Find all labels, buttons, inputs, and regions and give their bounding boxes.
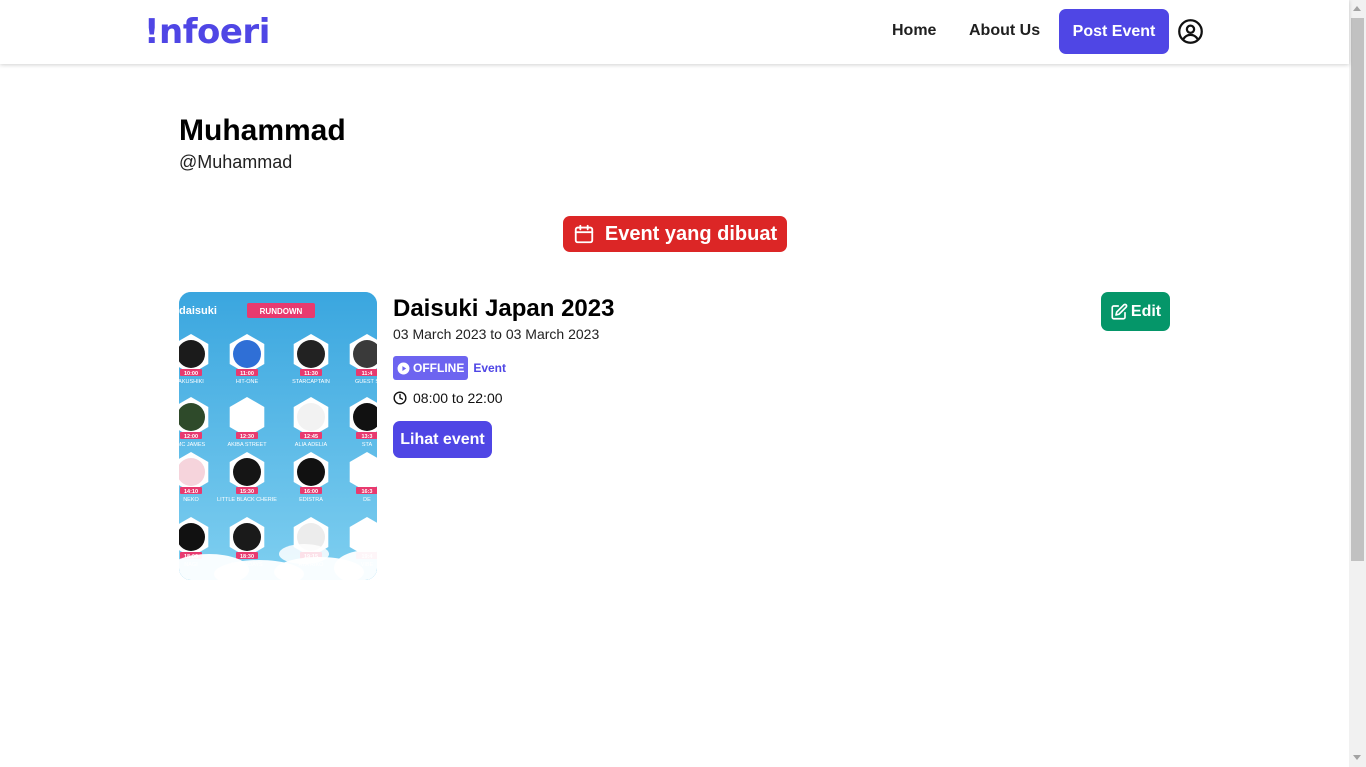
poster-slot-time: 11:30	[304, 371, 318, 377]
poster-slot-time: 11:4	[362, 371, 374, 377]
poster-slot-logo	[233, 523, 261, 551]
play-circle-icon	[397, 362, 410, 374]
poster-slot-time: 18:30	[240, 554, 254, 560]
clock-icon	[393, 391, 407, 405]
poster-slot-logo	[297, 458, 325, 486]
profile-handle: @Muhammad	[179, 152, 293, 172]
poster-slot-name: ALIA ADELIA	[295, 442, 328, 448]
nav-home-link[interactable]: Home	[892, 22, 936, 40]
logo[interactable]: !nfoeri	[144, 12, 270, 52]
poster-slot-time: 12:00	[184, 434, 198, 440]
poster-slot-logo	[233, 403, 261, 431]
calendar-icon	[574, 224, 594, 244]
poster-slot-name: HIT-ONE	[236, 379, 259, 385]
poster-slot-name: DE	[363, 497, 371, 503]
poster-slot-time: 15:30	[240, 489, 254, 495]
poster-slot-time: 12:45	[304, 434, 318, 440]
event-badges: OFFLINE Event	[393, 356, 506, 380]
poster-slot-name: STA	[362, 442, 373, 448]
view-event-button[interactable]: Lihat event	[393, 421, 492, 458]
post-event-button[interactable]: Post Event	[1059, 9, 1169, 54]
poster-slot-time: 14:10	[184, 489, 198, 495]
poster-slot-name: GUEST S	[355, 379, 377, 385]
poster-slot-logo	[233, 458, 261, 486]
poster-slot-time: 11:00	[240, 371, 254, 377]
poster-slot-time: 12:30	[240, 434, 254, 440]
poster-slot-logo	[233, 340, 261, 368]
event-title: Daisuki Japan 2023	[393, 295, 615, 322]
poster-slot-name: STARCAPTAIN	[292, 379, 330, 385]
offline-badge: OFFLINE	[393, 356, 469, 380]
poster-slot-name: EDISTRA	[299, 497, 323, 503]
nav-about-link[interactable]: About Us	[969, 22, 1040, 40]
scroll-thumb[interactable]	[1351, 18, 1364, 561]
edit-event-button[interactable]: Edit	[1101, 292, 1170, 331]
scrollbar[interactable]	[1349, 0, 1366, 767]
poster-header: RUNDOWN	[260, 307, 303, 316]
scroll-down-arrow-icon[interactable]	[1353, 755, 1361, 760]
poster-slot-time: 16:00	[304, 489, 318, 495]
navbar: !nfoeri Home About Us Post Event	[0, 0, 1349, 64]
event-date: 03 March 2023 to 03 March 2023	[393, 326, 600, 342]
edit-label: Edit	[1130, 302, 1162, 320]
edit-icon	[1111, 303, 1128, 320]
profile-name: Muhammad	[179, 114, 346, 147]
poster-slot-time: 10:00	[184, 371, 198, 377]
poster-slot-time: 13:3	[361, 434, 372, 440]
offline-label: OFFLINE	[413, 361, 465, 375]
poster-slot-logo	[297, 340, 325, 368]
event-time: 08:00 to 22:00	[393, 390, 503, 406]
scroll-up-arrow-icon[interactable]	[1353, 6, 1361, 11]
event-time-text: 08:00 to 22:00	[413, 390, 503, 406]
poster-slot-logo	[297, 403, 325, 431]
event-poster-image[interactable]: daisuki RUNDOWN 10:00 AKUSHIKI 11:00 HIT-ON…	[179, 292, 377, 580]
poster-brand: daisuki	[179, 305, 217, 317]
poster-slot-name: MC JAMES	[179, 442, 206, 448]
event-poster: daisuki RUNDOWN 10:00 AKUSHIKI 11:00 HIT-ON…	[179, 292, 377, 580]
tab-label: Event yang dibuat	[604, 222, 778, 245]
poster-slot-name: NEKO	[183, 497, 199, 503]
poster-slot-time: 16:3	[361, 489, 372, 495]
poster-slot-name: AKIBA STREET	[227, 442, 267, 448]
user-circle-icon[interactable]	[1177, 18, 1204, 45]
event-type-label: Event	[473, 361, 507, 375]
poster-slot-name: LITTLE BLACK CHERIE	[217, 497, 277, 503]
poster-slot-name: AKUSHIKI	[179, 379, 204, 385]
tab-created-events[interactable]: Event yang dibuat	[563, 216, 787, 252]
